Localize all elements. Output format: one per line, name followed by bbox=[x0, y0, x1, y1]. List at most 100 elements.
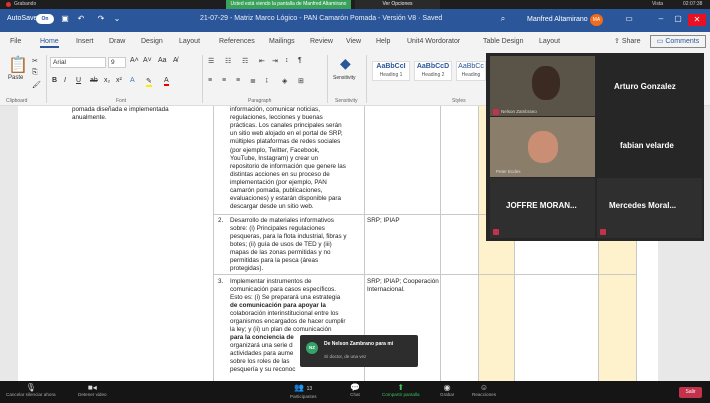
paste-icon[interactable]: 📋 bbox=[8, 55, 28, 75]
tab-table-layout[interactable]: Layout bbox=[539, 38, 560, 45]
participants-label: Participantes bbox=[290, 394, 317, 399]
tab-references[interactable]: References bbox=[219, 38, 255, 45]
superscript-icon[interactable]: x² bbox=[116, 77, 122, 84]
align-center-icon[interactable]: ≡ bbox=[222, 77, 226, 84]
line-spacing-icon[interactable]: ↨ bbox=[265, 77, 269, 84]
tab-home[interactable]: Home bbox=[40, 38, 59, 48]
search-icon[interactable]: ⌕ bbox=[498, 14, 508, 24]
user-avatar[interactable]: MA bbox=[590, 14, 603, 26]
video-panel: Nelson Zambrano Arturo Gonzalez Peter Ec… bbox=[486, 53, 704, 241]
item3-line: Esto es: (i) Se preparará una estrategia bbox=[230, 294, 341, 301]
tab-help[interactable]: Help bbox=[376, 38, 390, 45]
justify-icon[interactable]: ≣ bbox=[250, 77, 256, 85]
increase-indent-icon[interactable]: ⇥ bbox=[272, 57, 278, 65]
customize-icon[interactable]: ⌄ bbox=[112, 14, 122, 24]
item2-line: permitidas para la pesca (áreas bbox=[230, 257, 319, 264]
format-painter-icon[interactable]: 🖌 bbox=[32, 81, 41, 89]
reactions-icon: ☺ bbox=[479, 383, 489, 392]
share-screen-button[interactable]: ⬆ Compartir pantalla bbox=[382, 383, 420, 397]
font-size-select[interactable]: 9 bbox=[108, 57, 126, 68]
underline-icon[interactable]: U bbox=[76, 77, 81, 84]
style-heading[interactable]: AaBbCc Heading bbox=[456, 61, 486, 81]
video-tile-joffre[interactable]: JOFFRE MORAN... bbox=[490, 178, 595, 238]
recording-icon bbox=[6, 2, 11, 7]
show-marks-icon[interactable]: ¶ bbox=[298, 57, 302, 64]
redo-icon[interactable]: ↷ bbox=[96, 14, 106, 24]
mute-label: Cancelar silenciar ahora bbox=[6, 392, 56, 397]
borders-icon[interactable]: ⊞ bbox=[298, 77, 304, 85]
view-button[interactable]: Vista bbox=[652, 1, 663, 7]
share-button[interactable]: ⇪ Share bbox=[614, 37, 641, 45]
highlight-icon[interactable]: ✎ bbox=[146, 77, 152, 87]
chat-notification[interactable]: NZ De Nelson Zambrano para mí Sí doctor,… bbox=[300, 335, 418, 367]
tab-insert[interactable]: Insert bbox=[76, 38, 94, 45]
bullets-icon[interactable]: ☰ bbox=[208, 57, 214, 65]
item1-line: repositorio de información que genere la… bbox=[230, 163, 346, 170]
tab-table-design[interactable]: Table Design bbox=[483, 38, 523, 45]
tab-draw[interactable]: Draw bbox=[109, 38, 125, 45]
comments-button[interactable]: ▭ Comments bbox=[650, 35, 706, 48]
tab-design[interactable]: Design bbox=[141, 38, 163, 45]
shrink-font-icon[interactable]: A˅ bbox=[143, 57, 152, 64]
doc-left-text-1: pomada diseñada e implementada bbox=[72, 106, 169, 113]
video-tile-fabian[interactable]: Peter Ecdes bbox=[490, 117, 595, 177]
tab-review[interactable]: Review bbox=[310, 38, 333, 45]
record-button[interactable]: ◉ Grabar bbox=[440, 383, 454, 397]
save-icon[interactable]: ▣ bbox=[60, 14, 70, 24]
participant-name: Arturo Gonzalez bbox=[614, 82, 676, 91]
align-left-icon[interactable]: ≡ bbox=[208, 77, 212, 84]
change-case-icon[interactable]: Aa bbox=[158, 57, 167, 64]
user-name[interactable]: Manfred Altamirano bbox=[527, 16, 588, 23]
shading-icon[interactable]: ◈ bbox=[282, 77, 287, 85]
tab-view[interactable]: View bbox=[346, 38, 361, 45]
sort-icon[interactable]: ↕ bbox=[285, 57, 289, 64]
minimize-icon[interactable]: – bbox=[656, 14, 666, 24]
participants-button[interactable]: 👥 13 Participantes bbox=[290, 383, 317, 399]
system-bar: Grabando Usted está viendo la pantalla d… bbox=[0, 0, 710, 9]
chat-button[interactable]: 💬 Chat bbox=[350, 383, 360, 397]
ribbon-divider bbox=[327, 55, 328, 103]
leave-button[interactable]: Salir bbox=[679, 387, 702, 398]
item3-line: organismos encargados de hacer cumplir bbox=[230, 318, 346, 325]
strikethrough-icon[interactable]: ab bbox=[90, 77, 98, 84]
undo-icon[interactable]: ↶ bbox=[76, 14, 86, 24]
reactions-button[interactable]: ☺ Reacciones bbox=[472, 383, 496, 397]
cut-icon[interactable]: ✂ bbox=[32, 57, 38, 65]
copy-icon[interactable]: ⎘ bbox=[32, 69, 38, 77]
subscript-icon[interactable]: x₂ bbox=[104, 77, 110, 84]
item1-line: prácticas. Los canales principales serán bbox=[230, 122, 342, 129]
autosave-toggle[interactable]: On bbox=[36, 14, 54, 24]
share-screen-icon: ⬆ bbox=[397, 383, 405, 392]
sensitivity-group-label: Sensitivity bbox=[335, 98, 358, 104]
sensitivity-button[interactable]: Sensitivity bbox=[333, 75, 356, 81]
tab-file[interactable]: File bbox=[10, 38, 21, 45]
paste-label[interactable]: Paste bbox=[8, 75, 23, 81]
font-color-icon[interactable]: A bbox=[164, 77, 169, 86]
bold-icon[interactable]: B bbox=[52, 77, 57, 84]
font-name-select[interactable]: Arial bbox=[50, 57, 106, 68]
ribbon-display-icon[interactable]: ▭ bbox=[624, 14, 634, 24]
numbering-icon[interactable]: ☷ bbox=[225, 57, 231, 65]
video-button[interactable]: ■◂ Detener video bbox=[78, 383, 107, 397]
close-icon[interactable]: ✕ bbox=[688, 14, 706, 26]
text-effects-icon[interactable]: A bbox=[130, 77, 135, 84]
grow-font-icon[interactable]: A˄ bbox=[130, 57, 139, 64]
multilevel-list-icon[interactable]: ☶ bbox=[242, 57, 248, 65]
maximize-icon[interactable]: ▢ bbox=[673, 14, 683, 24]
tab-layout[interactable]: Layout bbox=[179, 38, 200, 45]
style-heading-1[interactable]: AaBbCcI Heading 1 bbox=[372, 61, 410, 81]
tab-mailings[interactable]: Mailings bbox=[269, 38, 295, 45]
tab-unit4[interactable]: Unit4 Wordorator bbox=[407, 38, 460, 45]
video-tile-arturo[interactable]: Nelson Zambrano bbox=[490, 56, 595, 116]
style-heading-2[interactable]: AaBbCcD Heading 2 bbox=[414, 61, 452, 81]
view-options-button[interactable]: Ver Opciones bbox=[355, 0, 440, 9]
mute-button[interactable]: 🎙 Cancelar silenciar ahora bbox=[6, 383, 56, 397]
clear-format-icon[interactable]: A̸ bbox=[173, 57, 178, 64]
italic-icon[interactable]: I bbox=[64, 77, 66, 84]
video-tile-mercedes[interactable]: Mercedes Moral... bbox=[597, 178, 702, 238]
align-right-icon[interactable]: ≡ bbox=[236, 77, 240, 84]
ribbon-divider bbox=[202, 55, 203, 103]
decrease-indent-icon[interactable]: ⇤ bbox=[259, 57, 265, 65]
sensitivity-icon[interactable]: ◆ bbox=[340, 55, 351, 72]
item1-line: información, comunicar noticias, bbox=[230, 106, 320, 113]
